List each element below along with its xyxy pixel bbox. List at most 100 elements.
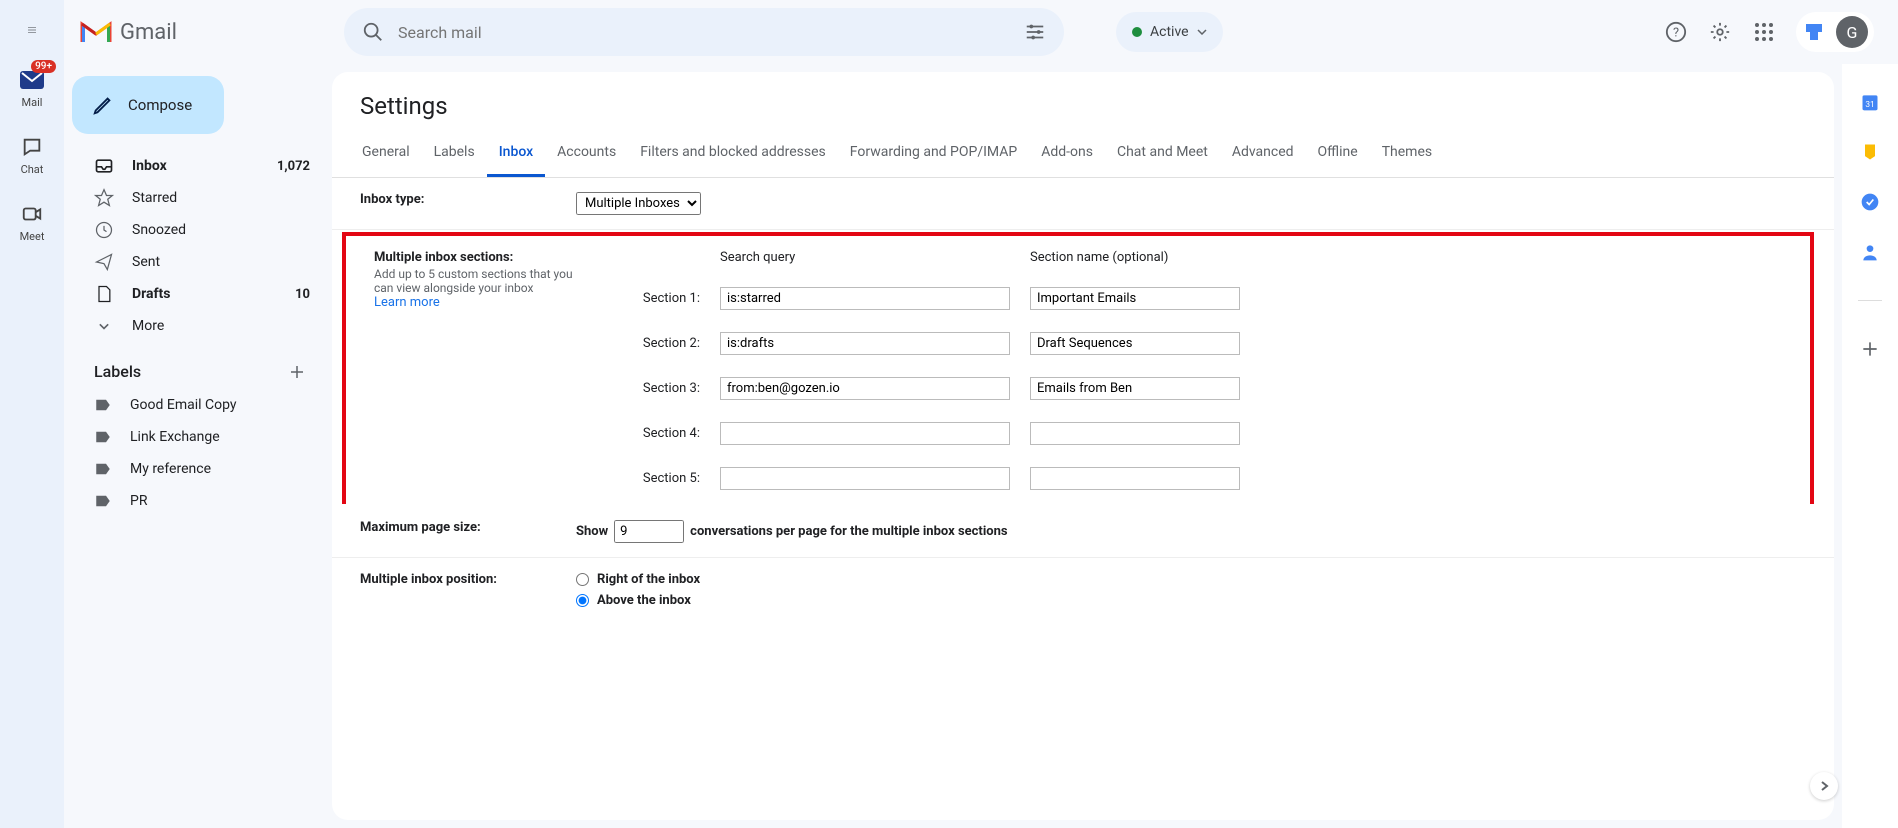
label-item[interactable]: My reference (72, 453, 324, 485)
inbox-type-select[interactable]: Multiple Inboxes (576, 192, 701, 215)
page-size-prefix: Show (576, 524, 608, 539)
search-options-icon[interactable] (1024, 21, 1046, 43)
chat-icon (18, 133, 46, 161)
avatar: G (1836, 16, 1868, 48)
section-row-label: Section 5: (590, 471, 700, 486)
label-icon (94, 396, 112, 414)
section-2-name[interactable] (1030, 332, 1240, 355)
tab-accounts[interactable]: Accounts (545, 132, 628, 177)
position-right-radio[interactable] (576, 573, 589, 586)
logo[interactable]: Gmail (80, 20, 328, 45)
nav-count: 10 (295, 287, 310, 302)
nav-starred[interactable]: Starred (72, 182, 324, 214)
sections-label: Multiple inbox sections: (374, 250, 590, 265)
position-right[interactable]: Right of the inbox (576, 572, 1806, 587)
tab-general[interactable]: General (350, 132, 422, 177)
page-size-label: Maximum page size: (360, 520, 576, 535)
section-row-label: Section 1: (590, 291, 700, 306)
section-4-query[interactable] (720, 422, 1010, 445)
nav-snoozed[interactable]: Snoozed (72, 214, 324, 246)
app-name: Gmail (120, 20, 177, 45)
tab-offline[interactable]: Offline (1306, 132, 1370, 177)
mail-badge: 99+ (31, 60, 56, 73)
label-text: My reference (130, 461, 310, 477)
meet-icon (18, 200, 46, 228)
support-icon[interactable]: ? (1664, 20, 1688, 44)
sent-icon (94, 252, 114, 272)
svg-text:31: 31 (1865, 100, 1874, 110)
add-label-icon[interactable] (288, 363, 306, 381)
main-menu-button[interactable] (20, 18, 44, 42)
col-name-header: Section name (optional) (1030, 250, 1240, 265)
draft-icon (94, 284, 114, 304)
label-item[interactable]: PR (72, 485, 324, 517)
label-icon (94, 428, 112, 446)
nav-drafts[interactable]: Drafts 10 (72, 278, 324, 310)
rail-chat[interactable]: Chat (18, 133, 46, 176)
tab-inbox[interactable]: Inbox (487, 132, 545, 177)
section-5-name[interactable] (1030, 467, 1240, 490)
nav-label: Inbox (132, 158, 259, 174)
side-panel-toggle[interactable] (1810, 772, 1838, 800)
account-switcher[interactable]: G (1796, 12, 1874, 52)
status-dot-icon (1132, 27, 1142, 37)
star-icon (94, 188, 114, 208)
clock-icon (94, 220, 114, 240)
org-icon (1802, 20, 1826, 44)
rail-meet[interactable]: Meet (18, 200, 46, 243)
section-row-label: Section 2: (590, 336, 700, 351)
section-1-query[interactable] (720, 287, 1010, 310)
label-text: Link Exchange (130, 429, 310, 445)
chevron-down-icon (94, 316, 114, 336)
search-bar[interactable] (344, 8, 1064, 56)
position-above[interactable]: Above the inbox (576, 593, 1806, 608)
calendar-icon[interactable]: 31 (1860, 92, 1880, 112)
tab-chat-meet[interactable]: Chat and Meet (1105, 132, 1220, 177)
nav-sent[interactable]: Sent (72, 246, 324, 278)
nav-more[interactable]: More (72, 310, 324, 342)
label-item[interactable]: Good Email Copy (72, 389, 324, 421)
rail-mail[interactable]: 99+ Mail (18, 66, 46, 109)
tab-addons[interactable]: Add-ons (1029, 132, 1105, 177)
tab-advanced[interactable]: Advanced (1220, 132, 1306, 177)
section-row-label: Section 3: (590, 381, 700, 396)
tab-labels[interactable]: Labels (422, 132, 487, 177)
search-input[interactable] (398, 23, 1010, 42)
tab-forwarding[interactable]: Forwarding and POP/IMAP (838, 132, 1029, 177)
rail-chat-label: Chat (21, 163, 44, 176)
nav-inbox[interactable]: Inbox 1,072 (72, 150, 324, 182)
nav-label: Snoozed (132, 222, 310, 238)
chevron-down-icon (1197, 29, 1207, 35)
tab-themes[interactable]: Themes (1370, 132, 1444, 177)
position-label: Multiple inbox position: (360, 572, 576, 587)
section-4-name[interactable] (1030, 422, 1240, 445)
section-1-name[interactable] (1030, 287, 1240, 310)
gmail-icon (80, 20, 112, 44)
section-3-name[interactable] (1030, 377, 1240, 400)
label-text: Good Email Copy (130, 397, 310, 413)
page-size-input[interactable] (614, 520, 684, 543)
section-2-query[interactable] (720, 332, 1010, 355)
svg-text:?: ? (1673, 26, 1679, 41)
status-chip[interactable]: Active (1116, 12, 1223, 52)
apps-icon[interactable] (1752, 20, 1776, 44)
mail-icon: 99+ (18, 66, 46, 94)
tab-filters[interactable]: Filters and blocked addresses (628, 132, 838, 177)
label-item[interactable]: Link Exchange (72, 421, 324, 453)
add-addon-icon[interactable] (1860, 339, 1880, 359)
settings-tabs: General Labels Inbox Accounts Filters an… (332, 132, 1834, 178)
labels-title: Labels (94, 362, 141, 381)
gear-icon[interactable] (1708, 20, 1732, 44)
tasks-icon[interactable] (1860, 192, 1880, 212)
page-size-suffix: conversations per page for the multiple … (690, 524, 1007, 539)
sections-desc: Add up to 5 custom sections that you can… (374, 267, 590, 295)
keep-icon[interactable] (1860, 142, 1880, 162)
contacts-icon[interactable] (1860, 242, 1880, 262)
section-5-query[interactable] (720, 467, 1010, 490)
learn-more-link[interactable]: Learn more (374, 295, 440, 310)
section-3-query[interactable] (720, 377, 1010, 400)
nav-label: Starred (132, 190, 310, 206)
position-above-radio[interactable] (576, 594, 589, 607)
compose-button[interactable]: Compose (72, 76, 224, 134)
compose-label: Compose (128, 96, 192, 114)
